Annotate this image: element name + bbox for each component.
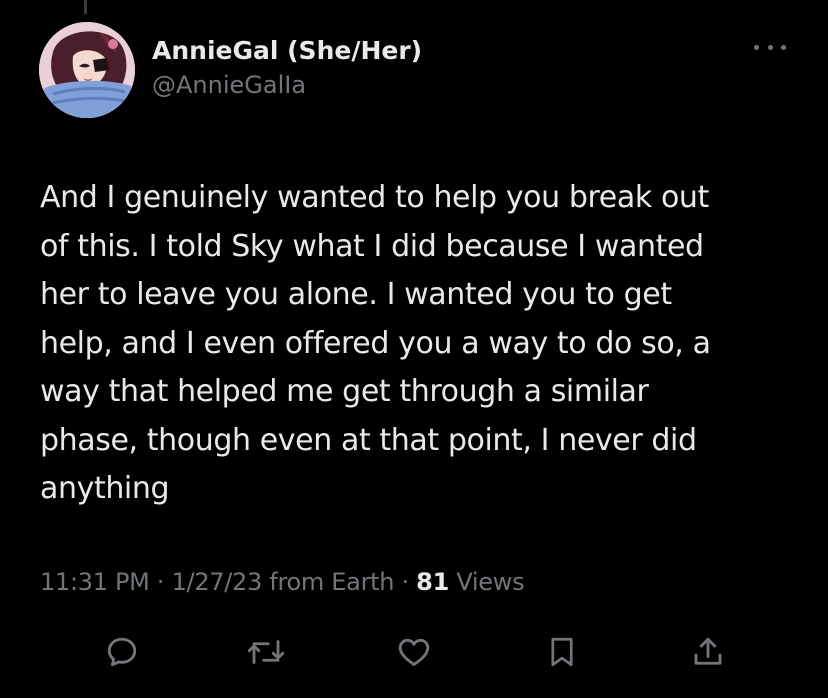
tweet-text-line: help, and I even offered you a way to do… [40,325,711,361]
bookmark-button[interactable] [540,630,584,674]
tweet-text-line: And I genuinely wanted to help you break… [40,180,709,215]
meta-separator: · [394,568,417,596]
more-options-button[interactable] [754,36,786,58]
more-dot-icon [754,44,759,50]
tweet-text-line: anything [40,471,170,506]
author-display-name[interactable]: AnnieGal (She/Her) [152,34,422,68]
meta-separator: · [149,568,172,596]
action-bar [0,630,828,674]
tweet-date[interactable]: 1/27/23 [172,568,263,596]
tweet-text-line: her to leave you alone. I wanted you to … [40,277,672,312]
share-button[interactable] [686,630,730,674]
views-count[interactable]: 81 [416,568,449,596]
like-button[interactable] [392,630,436,674]
thread-connector-line [84,0,87,14]
reply-icon [107,637,137,667]
avatar-image [39,22,135,118]
heart-icon [398,638,430,666]
author-block[interactable]: AnnieGal (She/Her) @AnnieGalIa [152,34,422,102]
tweet-source: from Earth [262,568,395,596]
reply-button[interactable] [100,630,144,674]
bookmark-icon [551,637,573,667]
avatar[interactable] [39,22,135,118]
retweet-button[interactable] [244,630,288,674]
tweet-meta: 11:31 PM · 1/27/23 from Earth · 81 Views [40,564,525,600]
more-dot-icon [781,44,786,50]
tweet-text-line: of this. I told Sky what I did because I… [40,228,704,264]
share-icon [694,637,722,665]
tweet-text-line: phase, though even at that point, I neve… [40,422,697,458]
author-handle[interactable]: @AnnieGalIa [152,68,422,102]
tweet-text: And I genuinely wanted to help you break… [40,174,800,514]
tweet-text-line: way that helped me get through a similar [40,374,649,409]
more-dot-icon [767,44,773,50]
tweet-time[interactable]: 11:31 PM [40,568,150,596]
views-label[interactable]: Views [449,568,524,596]
retweet-icon [247,640,285,664]
